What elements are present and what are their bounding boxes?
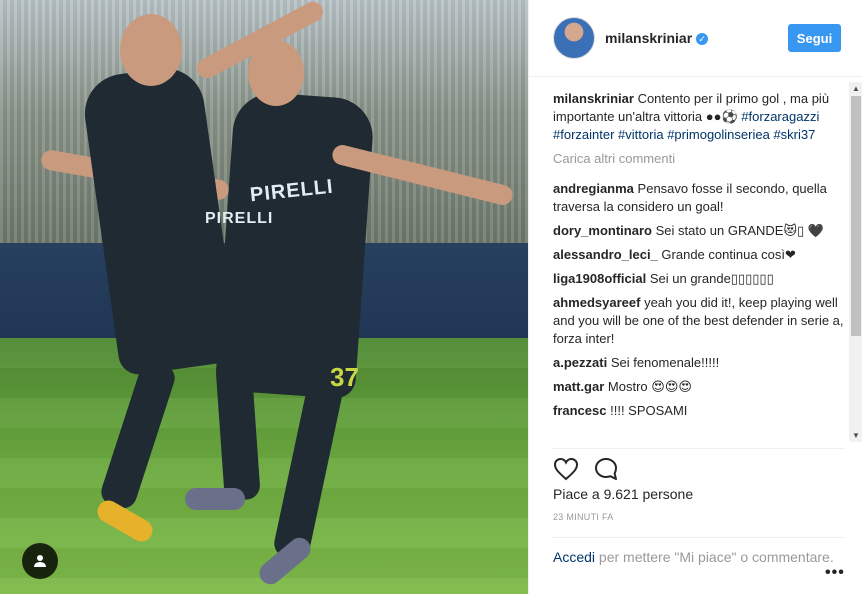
player-head <box>248 40 304 106</box>
scroll-down-arrow-icon[interactable]: ▼ <box>852 431 860 440</box>
comment-text: Grande continua così❤ <box>661 247 796 262</box>
verified-badge-icon: ✓ <box>696 33 709 46</box>
shirt-sponsor: PIRELLI <box>205 210 274 227</box>
comment-username[interactable]: andregianma <box>553 181 634 196</box>
comment-username[interactable]: francesc <box>553 403 606 418</box>
comment-text: Sei stato un GRANDE😻▯ 🖤 <box>655 223 824 238</box>
comment-username[interactable]: ahmedsyareef <box>553 295 640 310</box>
comment-username[interactable]: a.pezzati <box>553 355 607 370</box>
list-item: matt.gar Mostro 😍😍😍 <box>553 378 845 396</box>
list-item: francesc !!!! SPOSAMI <box>553 402 845 420</box>
post-timestamp[interactable]: 23 MINUTI FA <box>553 512 614 522</box>
caption-username[interactable]: milanskriniar <box>553 91 634 106</box>
load-more-comments-link[interactable]: Carica altri commenti <box>553 150 845 168</box>
user-silhouette-icon <box>34 555 46 567</box>
hashtag-link[interactable]: #skri37 <box>773 127 815 142</box>
caption: milanskriniar Contento per il primo gol … <box>553 90 845 144</box>
comments-list[interactable]: milanskriniar Contento per il primo gol … <box>553 90 845 442</box>
list-item: a.pezzati Sei fenomenale!!!!! <box>553 354 845 372</box>
comment-username[interactable]: liga1908official <box>553 271 646 286</box>
comment-username[interactable]: dory_montinaro <box>553 223 652 238</box>
avatar[interactable] <box>553 17 595 59</box>
player-boot <box>185 488 245 510</box>
list-item: dory_montinaro Sei stato un GRANDE😻▯ 🖤 <box>553 222 845 240</box>
action-bar <box>553 448 845 487</box>
author-username-text[interactable]: milanskriniar <box>605 30 692 46</box>
login-prompt-text: per mettere "Mi piace" o commentare. <box>595 549 834 565</box>
user-tag-button[interactable] <box>22 543 58 579</box>
author-username[interactable]: milanskriniar ✓ <box>605 30 709 46</box>
follow-button[interactable]: Segui <box>788 24 841 52</box>
comment-text: Sei fenomenale!!!!! <box>610 355 720 370</box>
comment-text: !!!! SPOSAMI <box>610 403 688 418</box>
hashtag-link[interactable]: #forzaragazzi <box>741 109 819 124</box>
comment-button[interactable] <box>593 456 619 487</box>
player-right <box>214 90 376 400</box>
list-item: andregianma Pensavo fosse il secondo, qu… <box>553 180 845 216</box>
hashtag-link[interactable]: #vittoria <box>618 127 664 142</box>
likes-count[interactable]: Piace a 9.621 persone <box>553 486 693 502</box>
comment-text: Sei un grande▯▯▯▯▯▯ <box>649 271 774 286</box>
comment-username[interactable]: alessandro_leci_ <box>553 247 658 262</box>
login-link[interactable]: Accedi <box>553 549 595 565</box>
comment-text: Mostro 😍😍😍 <box>607 379 692 394</box>
hashtag-link[interactable]: #forzainter <box>553 127 614 142</box>
list-item: ahmedsyareef yeah you did it!, keep play… <box>553 294 845 348</box>
comments-scrollbar[interactable]: ▲ ▼ <box>849 82 862 442</box>
post-side-panel: milanskriniar ✓ Segui milanskriniar Conte… <box>528 0 862 594</box>
list-item: alessandro_leci_ Grande continua così❤ <box>553 246 845 264</box>
hashtag-link[interactable]: #primogolinseriea <box>667 127 770 142</box>
shirt-number: 37 <box>330 362 359 392</box>
heart-outline-icon <box>553 457 579 480</box>
scroll-up-arrow-icon[interactable]: ▲ <box>852 84 860 93</box>
scrollbar-thumb[interactable] <box>851 96 861 336</box>
more-options-button[interactable]: ••• <box>825 564 845 582</box>
list-item: liga1908official Sei un grande▯▯▯▯▯▯ <box>553 270 845 288</box>
like-button[interactable] <box>553 457 579 486</box>
post-photo[interactable]: PIRELLI PIRELLI 37 <box>0 0 528 594</box>
comment-username[interactable]: matt.gar <box>553 379 604 394</box>
login-prompt: Accedi per mettere "Mi piace" o commenta… <box>553 537 845 567</box>
speech-bubble-icon <box>595 457 617 480</box>
post-header: milanskriniar ✓ Segui <box>529 0 862 77</box>
player-head <box>120 14 182 86</box>
